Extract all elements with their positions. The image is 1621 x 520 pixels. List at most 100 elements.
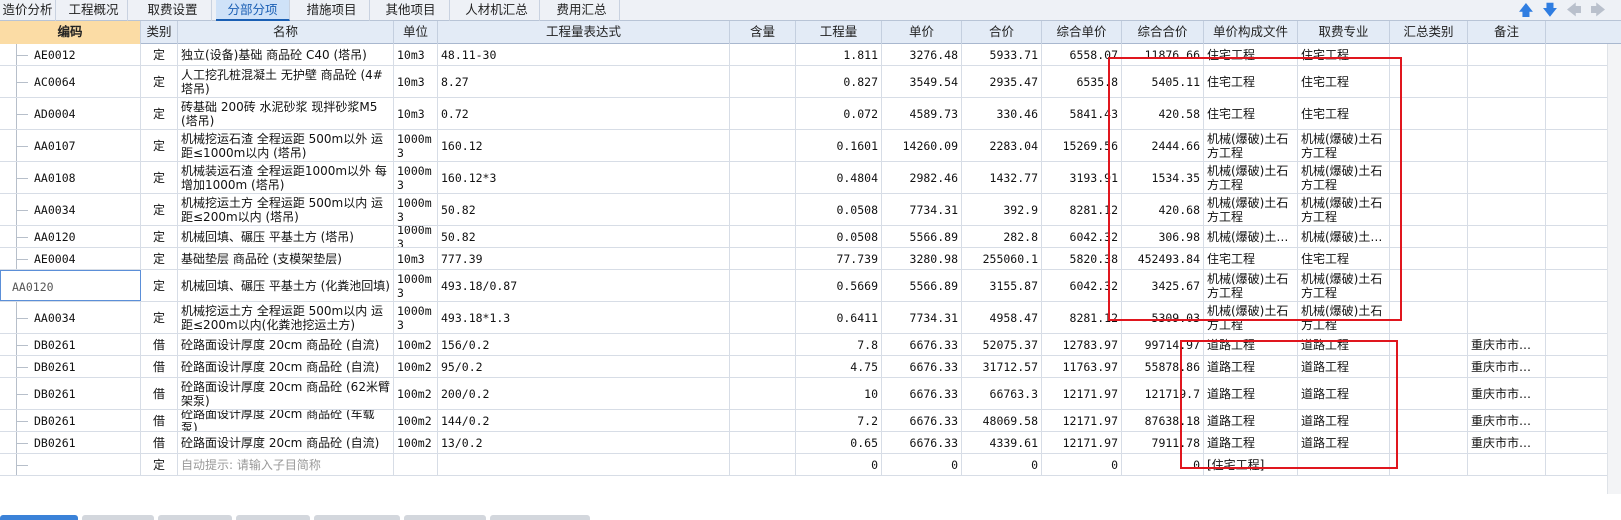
table-row[interactable]: AA0107 定 机械挖运石渣 全程运距 500m以外 运距≤1000m以内 (塔吊…: [0, 130, 1621, 162]
cell-price-file[interactable]: 住宅工程: [1204, 66, 1298, 97]
cell-fee-major[interactable]: 机械(爆破)土…: [1298, 226, 1390, 247]
cell-fee-major[interactable]: 道路工程: [1298, 356, 1390, 377]
cell-price[interactable]: 5566.89: [882, 270, 962, 301]
cell-fee-major[interactable]: 住宅工程: [1298, 44, 1390, 65]
cell-comp-total[interactable]: 3425.67: [1122, 270, 1204, 301]
cell-fee-major[interactable]: 机械(爆破)土石方工程: [1298, 194, 1390, 225]
cell-remark[interactable]: [1468, 248, 1546, 269]
cell-qty[interactable]: 0.4804: [796, 162, 882, 193]
cell-price-file[interactable]: 道路工程: [1204, 410, 1298, 431]
cell-price-file[interactable]: [住宅工程]: [1204, 454, 1298, 475]
cell-fee-major[interactable]: 道路工程: [1298, 432, 1390, 453]
cell-fee-major[interactable]: 住宅工程: [1298, 98, 1390, 129]
cell-content[interactable]: [730, 66, 796, 97]
cell-fee-major[interactable]: [1298, 454, 1390, 475]
cell-summary-type[interactable]: [1390, 66, 1468, 97]
cell-remark[interactable]: [1468, 130, 1546, 161]
cell-unit[interactable]: 1000m3: [394, 270, 438, 301]
bottom-tab-1[interactable]: [0, 515, 78, 520]
cell-price[interactable]: 6676.33: [882, 356, 962, 377]
col-header-unit[interactable]: 单位: [394, 21, 438, 44]
table-row[interactable]: 定 自动提示: 请输入子目简称 0 0 0 0 0 [住宅工程]: [0, 454, 1621, 476]
cell-price[interactable]: 3276.48: [882, 44, 962, 65]
cell-comp-price[interactable]: 6042.32: [1042, 270, 1122, 301]
cell-summary-type[interactable]: [1390, 334, 1468, 355]
cell-content[interactable]: [730, 410, 796, 431]
cell-name[interactable]: 机械挖运土方 全程运距 500m以内 运距≤200m以内(化粪池挖运土方): [178, 302, 394, 333]
cell-comp-total[interactable]: 5309.03: [1122, 302, 1204, 333]
cell-remark[interactable]: [1468, 98, 1546, 129]
cell-fee-major[interactable]: 住宅工程: [1298, 66, 1390, 97]
cell-comp-price[interactable]: 6042.32: [1042, 226, 1122, 247]
cell-name[interactable]: 人工挖孔桩混凝土 无护壁 商品砼 (4#塔吊): [178, 66, 394, 97]
cell-unit[interactable]: 100m2: [394, 334, 438, 355]
cell-price[interactable]: 7734.31: [882, 302, 962, 333]
cell-comp-price[interactable]: 8281.12: [1042, 302, 1122, 333]
cell-content[interactable]: [730, 98, 796, 129]
cell-total[interactable]: 1432.77: [962, 162, 1042, 193]
cell-qty[interactable]: 7.8: [796, 334, 882, 355]
cell-name[interactable]: 机械挖运石渣 全程运距 500m以外 运距≤1000m以内 (塔吊): [178, 130, 394, 161]
cell-summary-type[interactable]: [1390, 270, 1468, 301]
cell-comp-price[interactable]: 5841.43: [1042, 98, 1122, 129]
cell-total[interactable]: 4958.47: [962, 302, 1042, 333]
cell-price[interactable]: 3549.54: [882, 66, 962, 97]
cell-type[interactable]: 定: [141, 162, 178, 193]
cell-remark[interactable]: [1468, 454, 1546, 475]
cell-content[interactable]: [730, 194, 796, 225]
cell-price-file[interactable]: 机械(爆破)土…: [1204, 226, 1298, 247]
bottom-tab-6[interactable]: [404, 515, 486, 520]
cell-qty[interactable]: 4.75: [796, 356, 882, 377]
col-header-summary-type[interactable]: 汇总类别: [1390, 21, 1468, 44]
cell-code[interactable]: [0, 454, 141, 475]
cell-expr[interactable]: 95/0.2: [438, 356, 730, 377]
cell-qty[interactable]: 10: [796, 378, 882, 409]
cell-remark[interactable]: [1468, 194, 1546, 225]
col-header-type[interactable]: 类别: [141, 21, 178, 44]
cell-total[interactable]: 330.46: [962, 98, 1042, 129]
table-row[interactable]: AD0004 定 砖基础 200砖 水泥砂浆 现拌砂浆M5 (塔吊) 10m3 0.72…: [0, 98, 1621, 130]
cell-type[interactable]: 定: [141, 270, 178, 301]
cell-comp-total[interactable]: 121719.7: [1122, 378, 1204, 409]
tab-5[interactable]: 措施项目: [294, 0, 370, 21]
cell-code[interactable]: DB0261: [0, 334, 141, 355]
cell-unit[interactable]: 1000m3: [394, 162, 438, 193]
cell-type[interactable]: 定: [141, 454, 178, 475]
cell-comp-total[interactable]: 11876.66: [1122, 44, 1204, 65]
cell-price[interactable]: 6676.33: [882, 432, 962, 453]
cell-price-file[interactable]: 机械(爆破)土石方工程: [1204, 162, 1298, 193]
cell-remark[interactable]: [1468, 270, 1546, 301]
cell-code[interactable]: AA0120: [0, 270, 141, 301]
vertical-scrollbar[interactable]: [1607, 44, 1621, 494]
cell-type[interactable]: 借: [141, 432, 178, 453]
table-row[interactable]: AE0004 定 基础垫层 商品砼 (支模架垫层) 10m3 777.39 77.739 3…: [0, 248, 1621, 270]
cell-unit[interactable]: 100m2: [394, 378, 438, 409]
cell-qty[interactable]: 0.5669: [796, 270, 882, 301]
cell-comp-price[interactable]: 0: [1042, 454, 1122, 475]
cell-qty[interactable]: 77.739: [796, 248, 882, 269]
cell-price-file[interactable]: 道路工程: [1204, 378, 1298, 409]
cell-summary-type[interactable]: [1390, 248, 1468, 269]
cell-name[interactable]: 机械装运石渣 全程运距1000m以外 每增加1000m (塔吊): [178, 162, 394, 193]
cell-expr[interactable]: 50.82: [438, 194, 730, 225]
cell-qty[interactable]: 0.827: [796, 66, 882, 97]
cell-fee-major[interactable]: 道路工程: [1298, 334, 1390, 355]
arrow-left-icon[interactable]: 🡄: [1565, 1, 1583, 19]
cell-fee-major[interactable]: 机械(爆破)土石方工程: [1298, 302, 1390, 333]
cell-expr[interactable]: 8.27: [438, 66, 730, 97]
table-row[interactable]: AA0034 定 机械挖运土方 全程运距 500m以内 运距≤200m以内(化粪池挖…: [0, 302, 1621, 334]
cell-code[interactable]: DB0261: [0, 378, 141, 409]
table-row[interactable]: DB0261 借 砼路面设计厚度 20cm 商品砼 (自流) 100m2 156/0.2…: [0, 334, 1621, 356]
cell-summary-type[interactable]: [1390, 302, 1468, 333]
cell-type[interactable]: 定: [141, 130, 178, 161]
cell-name[interactable]: 砼路面设计厚度 20cm 商品砼 (自流): [178, 334, 394, 355]
cell-comp-total[interactable]: 0: [1122, 454, 1204, 475]
cell-summary-type[interactable]: [1390, 162, 1468, 193]
cell-content[interactable]: [730, 248, 796, 269]
tab-7[interactable]: 人材机汇总: [454, 0, 540, 21]
cell-summary-type[interactable]: [1390, 130, 1468, 161]
table-row[interactable]: DB0261 借 砼路面设计厚度 20cm 商品砼 (自流) 100m2 13/0.2 0…: [0, 432, 1621, 454]
cell-price-file[interactable]: 住宅工程: [1204, 98, 1298, 129]
cell-unit[interactable]: 1000m3: [394, 130, 438, 161]
cell-remark[interactable]: [1468, 226, 1546, 247]
